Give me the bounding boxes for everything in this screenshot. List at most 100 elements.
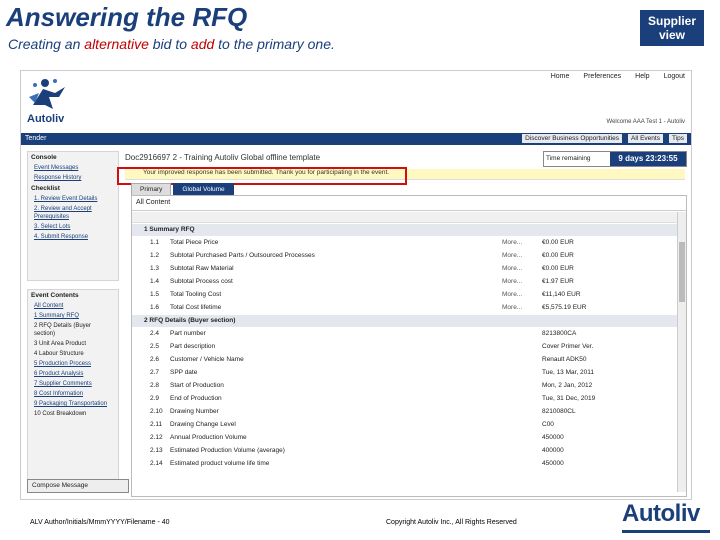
row-value: €0.00 EUR <box>542 252 574 259</box>
more-link[interactable]: More... <box>502 291 522 298</box>
row-value: 8213800CA <box>542 330 577 337</box>
row-label: Subtotal Process cost <box>170 278 233 285</box>
top-links: Home Preferences Help Logout <box>551 73 685 80</box>
row-value: Tue, 31 Dec, 2019 <box>542 395 596 402</box>
row-value: 450000 <box>542 460 564 467</box>
section-row: 1 Summary RFQ <box>132 224 678 236</box>
row-number: 1.4 <box>150 278 160 285</box>
row-label: Annual Production Volume <box>170 434 247 441</box>
event-contents-heading: Event Contents <box>31 292 79 299</box>
table-row: 2.7 SPP date Tue, 13 Mar, 2011 <box>132 367 678 379</box>
subtitle-part: Creating an <box>8 36 85 52</box>
scrollbar[interactable] <box>677 212 686 492</box>
table-row: 2.14 Estimated product volume life time 45… <box>132 458 678 470</box>
brand-underline <box>622 530 710 533</box>
row-number: 2.8 <box>150 382 160 389</box>
row-label: Estimated Production Volume (average) <box>170 447 285 454</box>
all-events-link[interactable]: All Events <box>628 134 663 143</box>
row-label: Total Cost lifetime <box>170 304 222 311</box>
row-value: €0.00 EUR <box>542 239 574 246</box>
table-row: 2.10 Drawing Number 8210080CL <box>132 406 678 418</box>
main-content: Doc2916697 2 - Training Autoliv Global o… <box>117 151 687 497</box>
help-link[interactable]: Help <box>635 73 649 80</box>
row-label: Drawing Change Level <box>170 421 236 428</box>
row-number: 2.5 <box>150 343 160 350</box>
event-item[interactable]: All Content <box>28 301 118 311</box>
table-row: 1.6 Total Cost lifetime More... €5,575.19 E… <box>132 302 678 314</box>
scroll-thumb[interactable] <box>679 242 685 302</box>
subtitle-alternative: alternative <box>84 36 149 52</box>
row-number: 2.7 <box>150 369 160 376</box>
row-label: 1 Summary RFQ <box>144 226 195 233</box>
column-header <box>132 212 686 223</box>
event-item[interactable]: 6 Product Analysis <box>28 369 118 379</box>
event-item[interactable]: 8 Cost Information <box>28 389 118 399</box>
more-link[interactable]: More... <box>502 252 522 259</box>
time-remaining-value: 9 days 23:23:55 <box>610 152 686 166</box>
row-value: €5,575.19 EUR <box>542 304 587 311</box>
row-value: €0.00 EUR <box>542 265 574 272</box>
event-item[interactable]: 3 Unit Area Product <box>28 339 118 349</box>
row-number: 2.12 <box>150 434 163 441</box>
compose-message-button[interactable]: Compose Message <box>27 479 129 493</box>
console-panel: Console Event Messages Response History … <box>27 151 119 281</box>
time-remaining-label: Time remaining <box>546 155 591 162</box>
checklist-item[interactable]: 2. Review and Accept Prerequisites <box>28 204 118 222</box>
table-row: 2.12 Annual Production Volume 450000 <box>132 432 678 444</box>
event-item[interactable]: 4 Labour Structure <box>28 349 118 359</box>
event-item[interactable]: 1 Summary RFQ <box>28 311 118 321</box>
row-value: 8210080CL <box>542 408 576 415</box>
row-number: 2.11 <box>150 421 163 428</box>
row-label: Drawing Number <box>170 408 219 415</box>
row-value: Renault ADK50 <box>542 356 587 363</box>
table-row: 2.5 Part description Cover Primer Ver. <box>132 341 678 353</box>
section-row: 2 RFQ Details (Buyer section) <box>132 315 678 327</box>
subtitle-part: bid to <box>148 36 191 52</box>
all-content-label: All Content <box>136 199 171 206</box>
event-item[interactable]: 5 Production Process <box>28 359 118 369</box>
row-value: €11,140 EUR <box>542 291 581 298</box>
row-value: 400000 <box>542 447 564 454</box>
slide-subtitle: Creating an alternative bid to add to th… <box>8 36 335 52</box>
checklist-item[interactable]: 3. Select Lots <box>28 222 118 232</box>
row-value: C00 <box>542 421 554 428</box>
table-row: 2.4 Part number 8213800CA <box>132 328 678 340</box>
more-link[interactable]: More... <box>502 265 522 272</box>
more-link[interactable]: More... <box>502 239 522 246</box>
tips-link[interactable]: Tips <box>668 134 687 143</box>
table-rows: 1 Summary RFQ 1.1 Total Piece Price More...… <box>132 224 678 496</box>
discover-opportunities-link[interactable]: Discover Business Opportunities <box>522 134 623 143</box>
row-value: Cover Primer Ver. <box>542 343 594 350</box>
row-number: 1.1 <box>150 239 160 246</box>
event-item[interactable]: 10 Cost Breakdown <box>28 409 118 419</box>
row-number: 2.4 <box>150 330 160 337</box>
supplier-view-badge: Supplier view <box>640 10 704 46</box>
row-number: 2.14 <box>150 460 163 467</box>
home-link[interactable]: Home <box>551 73 570 80</box>
welcome-text: Welcome AAA Test 1 - Autoliv <box>606 119 685 125</box>
row-value: Tue, 13 Mar, 2011 <box>542 369 595 376</box>
row-value: Mon, 2 Jan, 2012 <box>542 382 593 389</box>
more-link[interactable]: More... <box>502 304 522 311</box>
response-history-link[interactable]: Response History <box>28 173 118 183</box>
row-number: 1.5 <box>150 291 160 298</box>
table-row: 2.8 Start of Production Mon, 2 Jan, 2012 <box>132 380 678 392</box>
event-item[interactable]: 2 RFQ Details (Buyer section) <box>28 321 118 339</box>
row-number: 2.9 <box>150 395 160 402</box>
nav-tender[interactable]: Tender <box>25 135 46 142</box>
sidebar: Console Event Messages Response History … <box>27 151 119 491</box>
row-number: 1.6 <box>150 304 160 311</box>
more-link[interactable]: More... <box>502 278 522 285</box>
slide-title: Answering the RFQ <box>6 2 248 32</box>
checklist-item[interactable]: 4. Submit Response <box>28 232 118 242</box>
row-number: 1.3 <box>150 265 160 272</box>
table-row: 2.13 Estimated Production Volume (average… <box>132 445 678 457</box>
logout-link[interactable]: Logout <box>664 73 685 80</box>
checklist-item[interactable]: 1. Review Event Details <box>28 194 118 204</box>
checklist-heading: Checklist <box>31 185 60 192</box>
event-messages-link[interactable]: Event Messages <box>28 163 118 173</box>
preferences-link[interactable]: Preferences <box>583 73 621 80</box>
event-item[interactable]: 9 Packaging Transportation <box>28 399 118 409</box>
content-header: All Content <box>132 196 686 211</box>
event-item[interactable]: 7 Supplier Comments <box>28 379 118 389</box>
